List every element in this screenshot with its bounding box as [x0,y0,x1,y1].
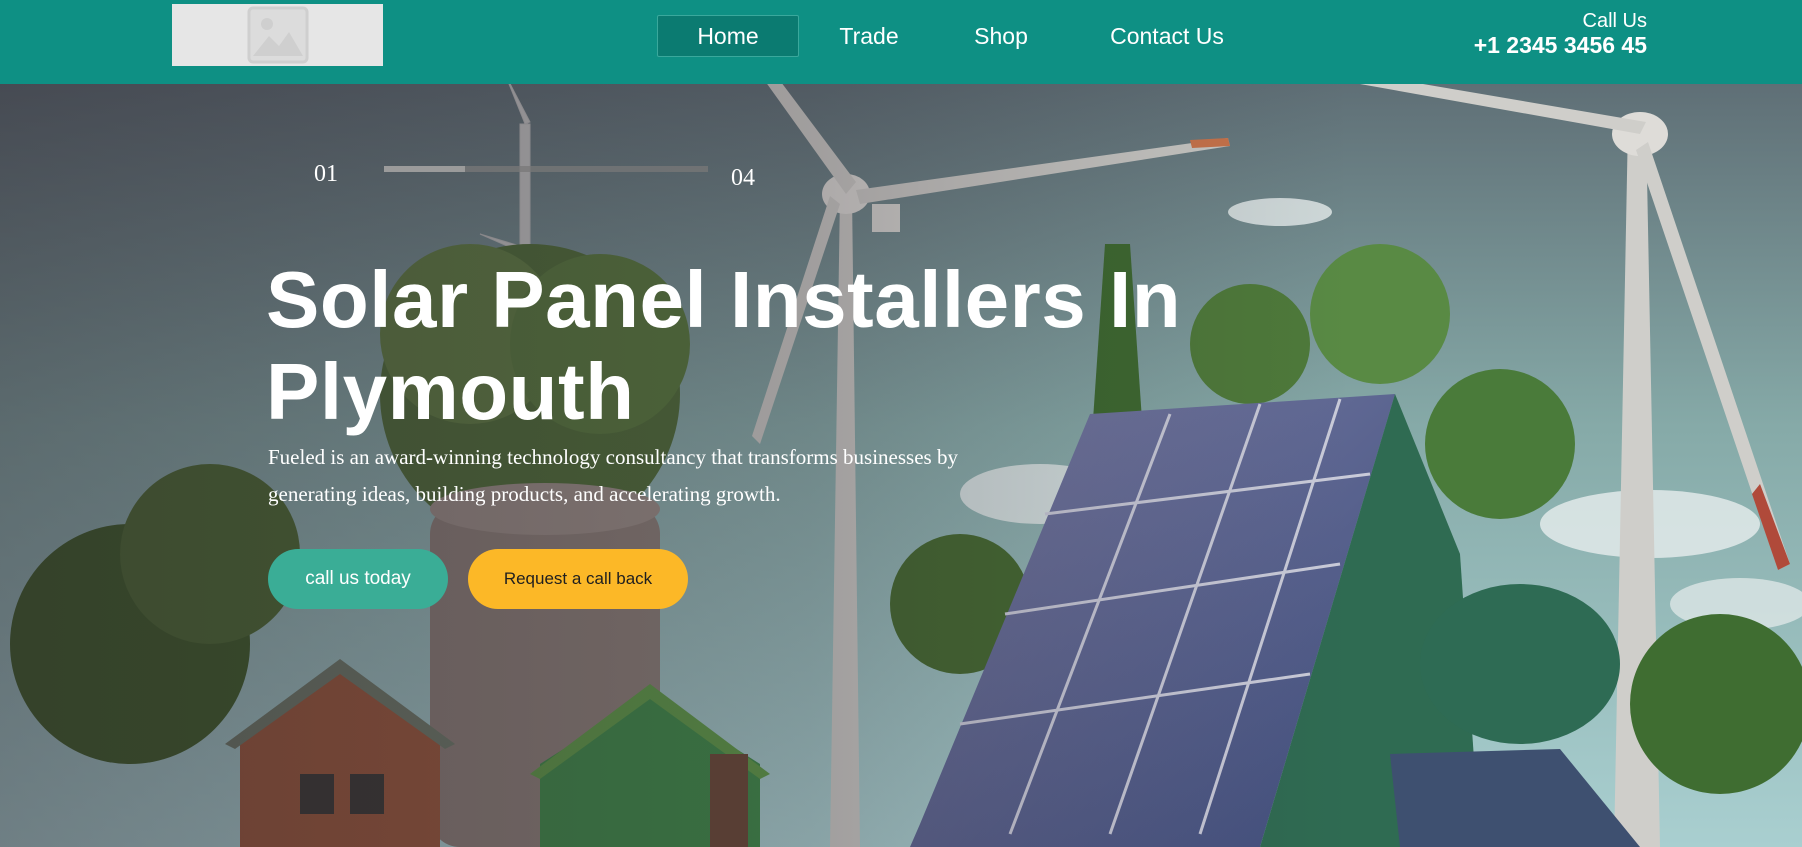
main-nav: Home Trade Shop Contact Us [657,15,1271,57]
call-us-block: Call Us +1 2345 3456 45 [1474,10,1647,58]
call-us-label: Call Us [1582,10,1647,32]
hero-title: Solar Panel Installers In Plymouth [266,255,1182,436]
request-call-back-button[interactable]: Request a call back [468,549,688,609]
nav-item-home[interactable]: Home [657,15,799,57]
call-us-today-button[interactable]: call us today [268,549,448,609]
hero-description: Fueled is an award-winning technology co… [268,445,958,506]
logo[interactable] [172,4,383,66]
phone-number-link[interactable]: +1 2345 3456 45 [1474,32,1647,58]
nav-item-shop[interactable]: Shop [939,15,1063,57]
nav-item-contact-us[interactable]: Contact Us [1063,15,1271,57]
hero-section: 01 04 Solar Panel Installers In Plymouth… [0,84,1802,847]
image-placeholder-icon [247,6,308,64]
site-header: Home Trade Shop Contact Us Call Us +1 23… [0,0,1802,84]
nav-item-trade[interactable]: Trade [799,15,939,57]
